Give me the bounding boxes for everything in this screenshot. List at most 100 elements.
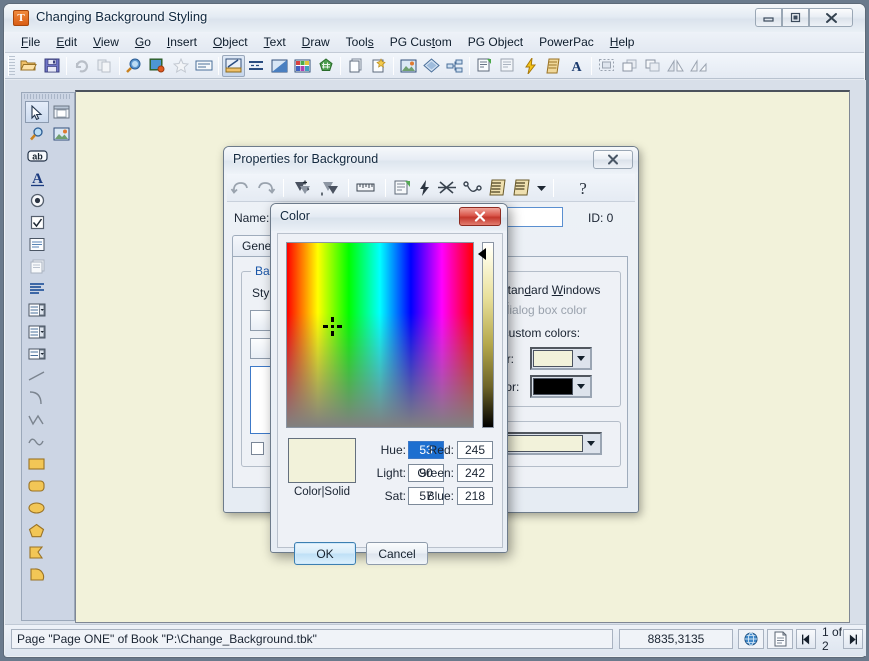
listbox-tool-icon[interactable]: [25, 321, 49, 343]
ruler-icon[interactable]: [353, 176, 381, 200]
luminance-bar[interactable]: [482, 242, 494, 428]
diamond-shape-icon[interactable]: [420, 55, 443, 77]
red-input[interactable]: 245: [457, 441, 493, 459]
luminance-slider-arrow[interactable]: [478, 248, 486, 260]
arc-tool-icon[interactable]: [25, 387, 49, 409]
arrow-select-icon[interactable]: [25, 101, 49, 123]
favorites-star-icon[interactable]: [169, 55, 192, 77]
toolbar-grip[interactable]: [8, 55, 15, 76]
flip-horizontal-icon[interactable]: [664, 55, 687, 77]
magnifier-zoom-icon[interactable]: [25, 123, 49, 145]
rounded-rectangle-tool-icon[interactable]: [25, 475, 49, 497]
dropdown-tool-icon[interactable]: [25, 343, 49, 365]
script-editor-icon[interactable]: [486, 176, 510, 200]
new-background-icon[interactable]: [367, 55, 390, 77]
bring-front-icon[interactable]: [618, 55, 641, 77]
close-button[interactable]: [809, 8, 853, 27]
quick-script-icon[interactable]: [415, 176, 434, 200]
previous-page-button[interactable]: [796, 629, 816, 649]
single-line-field-icon[interactable]: [25, 233, 49, 255]
help-question-icon[interactable]: ?: [572, 176, 594, 200]
color-spectrum[interactable]: [286, 242, 474, 428]
color-palette-icon[interactable]: [291, 55, 314, 77]
flip-vertical-icon[interactable]: [687, 55, 710, 77]
rich-text-a-icon[interactable]: A: [25, 167, 49, 189]
object-properties-icon[interactable]: [390, 176, 415, 200]
next-page-button[interactable]: [843, 629, 863, 649]
menu-edit[interactable]: Edit: [48, 33, 85, 51]
polygon-tool-icon[interactable]: [25, 519, 49, 541]
ellipse-tool-icon[interactable]: [25, 497, 49, 519]
text-style-icon[interactable]: A: [565, 55, 588, 77]
window-frame-icon[interactable]: [49, 101, 73, 123]
curve-tool-icon[interactable]: [25, 431, 49, 453]
cancel-button[interactable]: Cancel: [366, 542, 428, 565]
cut-link-icon[interactable]: [434, 176, 460, 200]
chevron-down-icon[interactable]: [583, 441, 599, 446]
menu-draw[interactable]: Draw: [294, 33, 338, 51]
undo-icon[interactable]: [227, 176, 253, 200]
bring-closer-icon[interactable]: [288, 176, 316, 200]
save-disk-icon[interactable]: [40, 55, 63, 77]
combobox-tool-icon[interactable]: [25, 299, 49, 321]
text-field-ab-icon[interactable]: ab: [25, 145, 49, 167]
radio-button-icon[interactable]: [25, 189, 49, 211]
undo-circular-icon[interactable]: [70, 55, 93, 77]
hash-green-icon[interactable]: [314, 55, 337, 77]
preview-magnifier-icon[interactable]: [123, 55, 146, 77]
spectrum-crosshair-cursor[interactable]: [323, 317, 342, 336]
irregular-polygon-tool-icon[interactable]: [25, 541, 49, 563]
polyline-tool-icon[interactable]: [25, 409, 49, 431]
menu-pg-custom[interactable]: PG Custom: [382, 33, 460, 51]
pie-shape-tool-icon[interactable]: [25, 563, 49, 585]
properties-icon[interactable]: [473, 55, 496, 77]
paragraph-text-icon[interactable]: [25, 277, 49, 299]
maximize-button[interactable]: [782, 8, 809, 27]
gradient-fill-icon[interactable]: [268, 55, 291, 77]
run-globe-icon[interactable]: [146, 55, 169, 77]
author-mode-icon[interactable]: [222, 54, 245, 77]
group-hierarchy-icon[interactable]: [443, 55, 466, 77]
script-list-dropdown-arrow-icon[interactable]: [534, 176, 549, 200]
minimize-button[interactable]: [755, 8, 782, 27]
line-color-picker[interactable]: [530, 375, 592, 398]
color-close-button[interactable]: [459, 207, 501, 226]
copy-pages-icon[interactable]: [93, 55, 116, 77]
redo-icon[interactable]: [253, 176, 279, 200]
background-checkbox[interactable]: [251, 442, 264, 458]
script-lightning-icon[interactable]: [519, 55, 542, 77]
form-field-icon[interactable]: [192, 55, 215, 77]
reader-globe-icon[interactable]: [738, 629, 764, 649]
menu-help[interactable]: Help: [602, 33, 643, 51]
fill-color-picker[interactable]: [530, 347, 592, 370]
select-area-icon[interactable]: [595, 55, 618, 77]
chevron-down-icon[interactable]: [573, 356, 589, 361]
new-page-icon[interactable]: [344, 55, 367, 77]
properties-close-button[interactable]: [593, 150, 633, 169]
script-list-icon[interactable]: [510, 176, 534, 200]
menu-pg-object[interactable]: PG Object: [460, 33, 531, 51]
menu-tools[interactable]: Tools: [338, 33, 382, 51]
menu-object[interactable]: Object: [205, 33, 256, 51]
rectangle-tool-icon[interactable]: [25, 453, 49, 475]
blue-input[interactable]: 218: [457, 487, 493, 505]
stacked-fields-icon[interactable]: [25, 255, 49, 277]
menu-view[interactable]: View: [85, 33, 127, 51]
open-folder-icon[interactable]: [17, 55, 40, 77]
menu-file[interactable]: FFileile: [13, 33, 48, 51]
ok-button[interactable]: OK: [294, 542, 356, 565]
menu-insert[interactable]: Insert: [159, 33, 205, 51]
page-doc-icon[interactable]: [767, 629, 793, 649]
image-icon[interactable]: [397, 55, 420, 77]
image-tool-icon[interactable]: [49, 123, 73, 145]
menu-text[interactable]: Text: [256, 33, 294, 51]
script-scroll-icon[interactable]: [542, 55, 565, 77]
page-properties-icon[interactable]: [496, 55, 519, 77]
menu-go[interactable]: Go: [127, 33, 159, 51]
chevron-down-icon[interactable]: [573, 384, 589, 389]
line-tool-icon[interactable]: [25, 365, 49, 387]
palette-grip[interactable]: [24, 94, 72, 99]
align-lines-icon[interactable]: [245, 55, 268, 77]
send-back-icon[interactable]: [641, 55, 664, 77]
checkbox-box[interactable]: [251, 442, 264, 455]
